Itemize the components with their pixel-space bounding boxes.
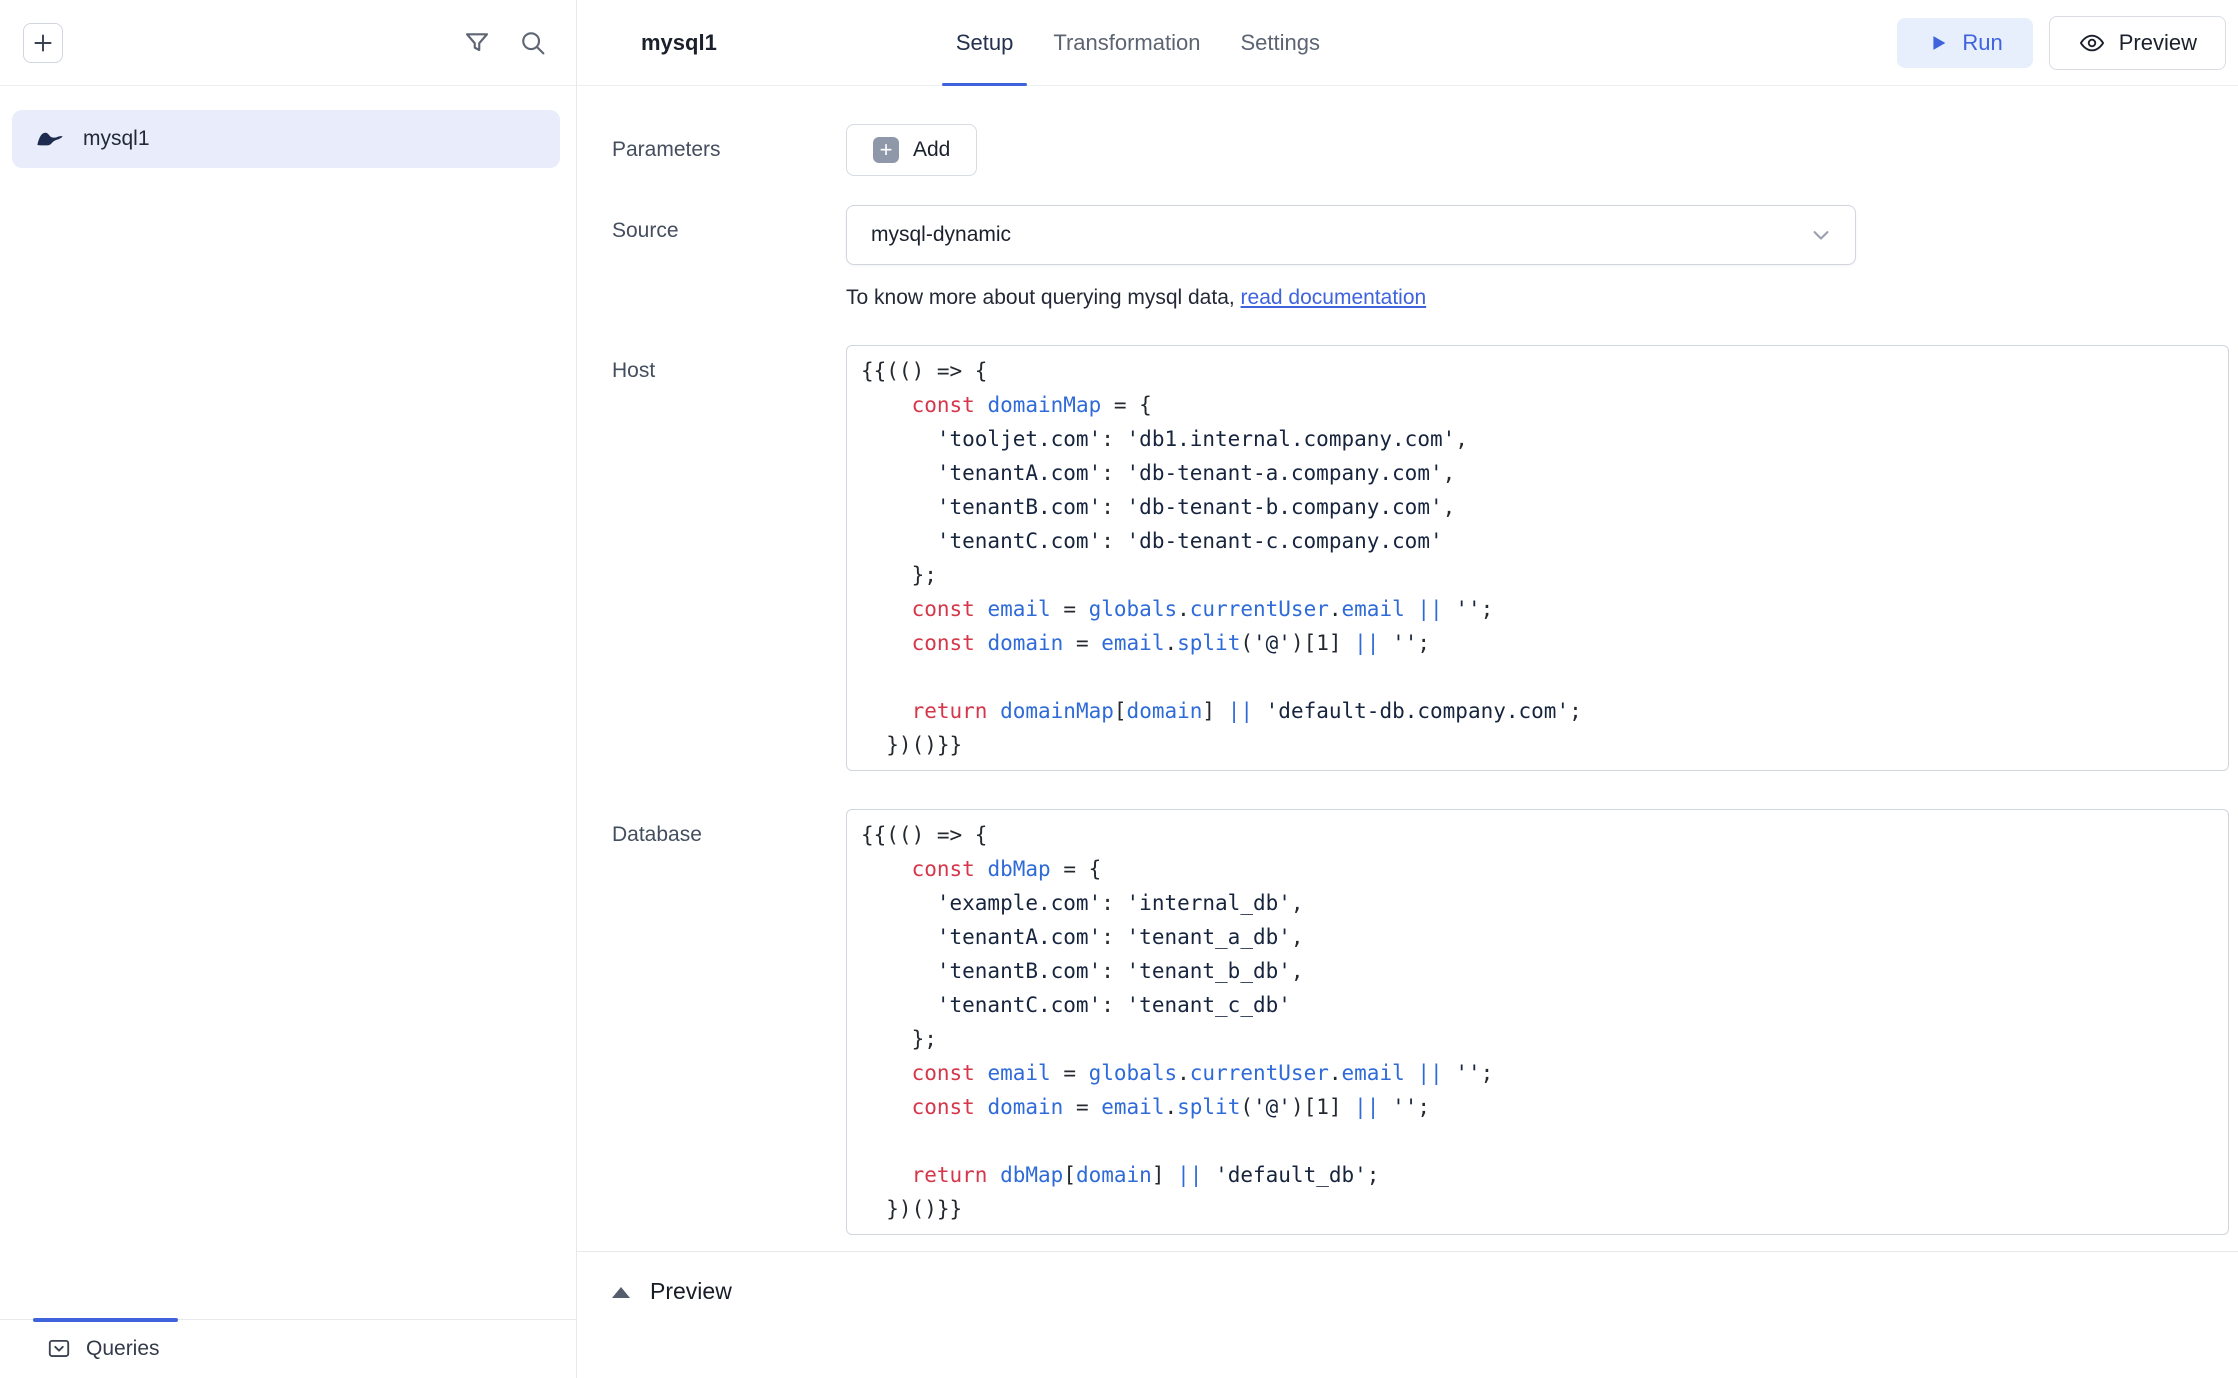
code-line: const dbMap = {	[861, 852, 2214, 886]
code-line: return domainMap[domain] || 'default-db.…	[861, 694, 2214, 728]
add-query-button[interactable]	[23, 23, 63, 63]
app: mysql1 Queries mysql1 Setup Transformati…	[0, 0, 2238, 1378]
add-parameter-button[interactable]: + Add	[846, 124, 977, 176]
code-line: 'tooljet.com': 'db1.internal.company.com…	[861, 422, 2214, 456]
host-row: Host {{(() => { const domainMap = { 'too…	[612, 345, 2229, 771]
code-line: const email = globals.currentUser.email …	[861, 1056, 2214, 1090]
queries-panel-tab[interactable]: Queries	[46, 1336, 160, 1362]
code-line: 'tenantC.com': 'db-tenant-c.company.com'	[861, 524, 2214, 558]
preview-section-label: Preview	[650, 1278, 732, 1305]
code-line: 'tenantA.com': 'db-tenant-a.company.com'…	[861, 456, 2214, 490]
query-item-label: mysql1	[83, 127, 150, 151]
code-line: 'tenantA.com': 'tenant_a_db',	[861, 920, 2214, 954]
sidebar-header	[0, 0, 576, 86]
editor-header: mysql1 Setup Transformation Settings Run	[577, 0, 2238, 86]
code-line: const domainMap = {	[861, 388, 2214, 422]
host-code-editor[interactable]: {{(() => { const domainMap = { 'tooljet.…	[846, 345, 2229, 771]
run-button[interactable]: Run	[1897, 18, 2032, 68]
database-code-editor[interactable]: {{(() => { const dbMap = { 'example.com'…	[846, 809, 2229, 1235]
source-row: Source mysql-dynamic To know more about …	[612, 205, 2229, 310]
code-line: })()}}	[861, 728, 2214, 762]
filter-icon[interactable]	[462, 28, 492, 58]
source-label: Source	[612, 205, 846, 310]
preview-button-label: Preview	[2119, 30, 2197, 56]
query-list: mysql1	[0, 86, 576, 1319]
code-line: 'tenantC.com': 'tenant_c_db'	[861, 988, 2214, 1022]
code-line: const domain = email.split('@')[1] || ''…	[861, 626, 2214, 660]
collapse-triangle-icon[interactable]	[612, 1287, 630, 1298]
code-line: const email = globals.currentUser.email …	[861, 592, 2214, 626]
query-sidebar: mysql1 Queries	[0, 0, 577, 1378]
setup-form: Parameters + Add Source mysql-dynamic	[577, 86, 2238, 1251]
code-line: {{(() => {	[861, 818, 2214, 852]
mysql-icon	[34, 123, 66, 155]
code-line: 'tenantB.com': 'tenant_b_db',	[861, 954, 2214, 988]
preview-button[interactable]: Preview	[2049, 16, 2226, 70]
host-label: Host	[612, 345, 846, 771]
code-line: {{(() => {	[861, 354, 2214, 388]
run-button-label: Run	[1962, 30, 2002, 56]
tab-setup[interactable]: Setup	[942, 0, 1028, 85]
code-line: const domain = email.split('@')[1] || ''…	[861, 1090, 2214, 1124]
code-line: 'tenantB.com': 'db-tenant-b.company.com'…	[861, 490, 2214, 524]
plus-icon	[30, 30, 56, 56]
eye-icon	[2078, 29, 2106, 57]
code-line: })()}}	[861, 1192, 2214, 1226]
tab-transformation[interactable]: Transformation	[1039, 0, 1214, 85]
source-select[interactable]: mysql-dynamic	[846, 205, 1856, 265]
search-icon[interactable]	[518, 28, 548, 58]
code-line: };	[861, 558, 2214, 592]
code-line: };	[861, 1022, 2214, 1056]
database-row: Database {{(() => { const dbMap = { 'exa…	[612, 809, 2229, 1235]
queries-tab-label: Queries	[86, 1337, 160, 1361]
preview-section-header[interactable]: Preview	[577, 1251, 2238, 1378]
query-title[interactable]: mysql1	[641, 30, 717, 56]
code-line	[861, 660, 2214, 694]
editor-tabs: Setup Transformation Settings	[942, 0, 1334, 85]
helper-prefix: To know more about querying mysql data,	[846, 286, 1241, 309]
add-parameter-label: Add	[913, 138, 950, 162]
parameters-row: Parameters + Add	[612, 124, 2229, 176]
source-select-value: mysql-dynamic	[871, 223, 1011, 247]
source-helper-text: To know more about querying mysql data, …	[846, 286, 2229, 310]
database-label: Database	[612, 809, 846, 1235]
queries-icon	[46, 1336, 72, 1362]
queries-tab-indicator	[33, 1318, 178, 1322]
read-documentation-link[interactable]: read documentation	[1241, 286, 1427, 309]
query-list-item-mysql1[interactable]: mysql1	[12, 110, 560, 168]
play-icon	[1927, 32, 1949, 54]
parameters-label: Parameters	[612, 124, 846, 176]
query-editor-panel: mysql1 Setup Transformation Settings Run	[577, 0, 2238, 1378]
header-actions: Run Preview	[1897, 16, 2226, 70]
code-line: return dbMap[domain] || 'default_db';	[861, 1158, 2214, 1192]
chevron-down-icon	[1807, 221, 1835, 249]
sidebar-toolbar	[462, 28, 548, 58]
code-line: 'example.com': 'internal_db',	[861, 886, 2214, 920]
plus-square-icon: +	[873, 137, 899, 163]
code-line	[861, 1124, 2214, 1158]
sidebar-footer: Queries	[0, 1319, 576, 1378]
tab-settings[interactable]: Settings	[1226, 0, 1334, 85]
